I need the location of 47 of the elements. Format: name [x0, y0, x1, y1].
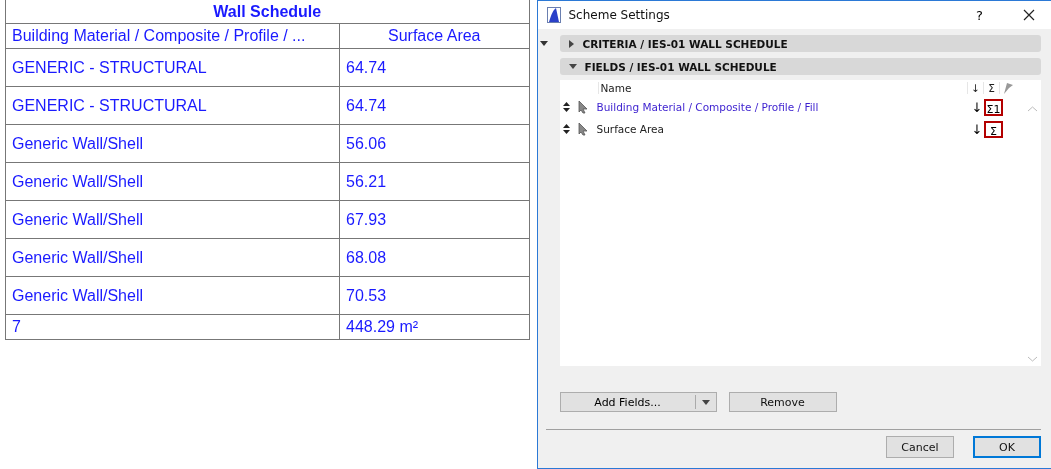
ok-button[interactable]: OK	[973, 436, 1041, 458]
caret-icon	[568, 39, 575, 48]
app-logo-icon	[546, 7, 561, 23]
cancel-button[interactable]: Cancel	[886, 436, 954, 458]
column-header: Building Material / Composite / Profile / ...	[6, 24, 340, 48]
section-header[interactable]: CRITERIA / IES-01 WALL SCHEDULE	[559, 35, 1041, 52]
caret-icon	[701, 399, 710, 405]
pointer-icon	[577, 122, 588, 136]
caret-icon	[568, 63, 577, 70]
table-cell: Generic Wall/Shell	[6, 277, 340, 314]
reorder-icon[interactable]	[562, 124, 570, 134]
flag-icon	[1002, 82, 1014, 94]
column-header: ↓	[967, 82, 983, 94]
table-cell: 67.93	[340, 201, 530, 238]
section-header[interactable]: FIELDS / IES-01 WALL SCHEDULE	[559, 58, 1041, 75]
sort-toggle[interactable]: ↓	[970, 99, 984, 115]
table-cell: 7	[6, 315, 340, 339]
table-cell: Generic Wall/Shell	[6, 201, 340, 238]
table-cell: 56.21	[340, 163, 530, 200]
table-cell: 70.53	[340, 277, 530, 314]
table-cell: 64.74	[340, 49, 530, 86]
field-name[interactable]: Surface Area	[596, 123, 970, 135]
close-icon[interactable]	[1023, 9, 1035, 21]
column-header: Surface Area	[340, 24, 530, 48]
table-cell: Generic Wall/Shell	[6, 125, 340, 162]
column-header: Σ	[983, 82, 1000, 94]
window-title: Scheme Settings	[568, 8, 671, 22]
table-cell: Generic Wall/Shell	[6, 163, 340, 200]
table-cell: GENERIC - STRUCTURAL	[6, 49, 340, 86]
table-cell: 68.08	[340, 239, 530, 276]
table-cell: Generic Wall/Shell	[6, 239, 340, 276]
sum-toggle[interactable]: Σ	[984, 120, 1003, 138]
field-name[interactable]: Building Material / Composite / Profile / Fill	[596, 101, 970, 113]
pointer-icon	[577, 100, 588, 114]
caret-icon[interactable]	[539, 41, 548, 46]
add-fields-button[interactable]: Add Fields...	[559, 392, 717, 412]
table-cell: GENERIC - STRUCTURAL	[6, 87, 340, 124]
table-cell: 64.74	[340, 87, 530, 124]
sort-toggle[interactable]: ↓	[970, 121, 984, 137]
remove-button[interactable]: Remove	[728, 392, 837, 412]
help-button[interactable]: ?	[976, 7, 983, 23]
column-header: Name	[597, 82, 967, 94]
schedule-title: Wall Schedule	[6, 0, 530, 24]
sum-toggle[interactable]: Σ1	[984, 98, 1003, 116]
reorder-icon[interactable]	[562, 102, 570, 112]
table-cell: 448.29 m²	[340, 315, 530, 339]
table-cell: 56.06	[340, 125, 530, 162]
